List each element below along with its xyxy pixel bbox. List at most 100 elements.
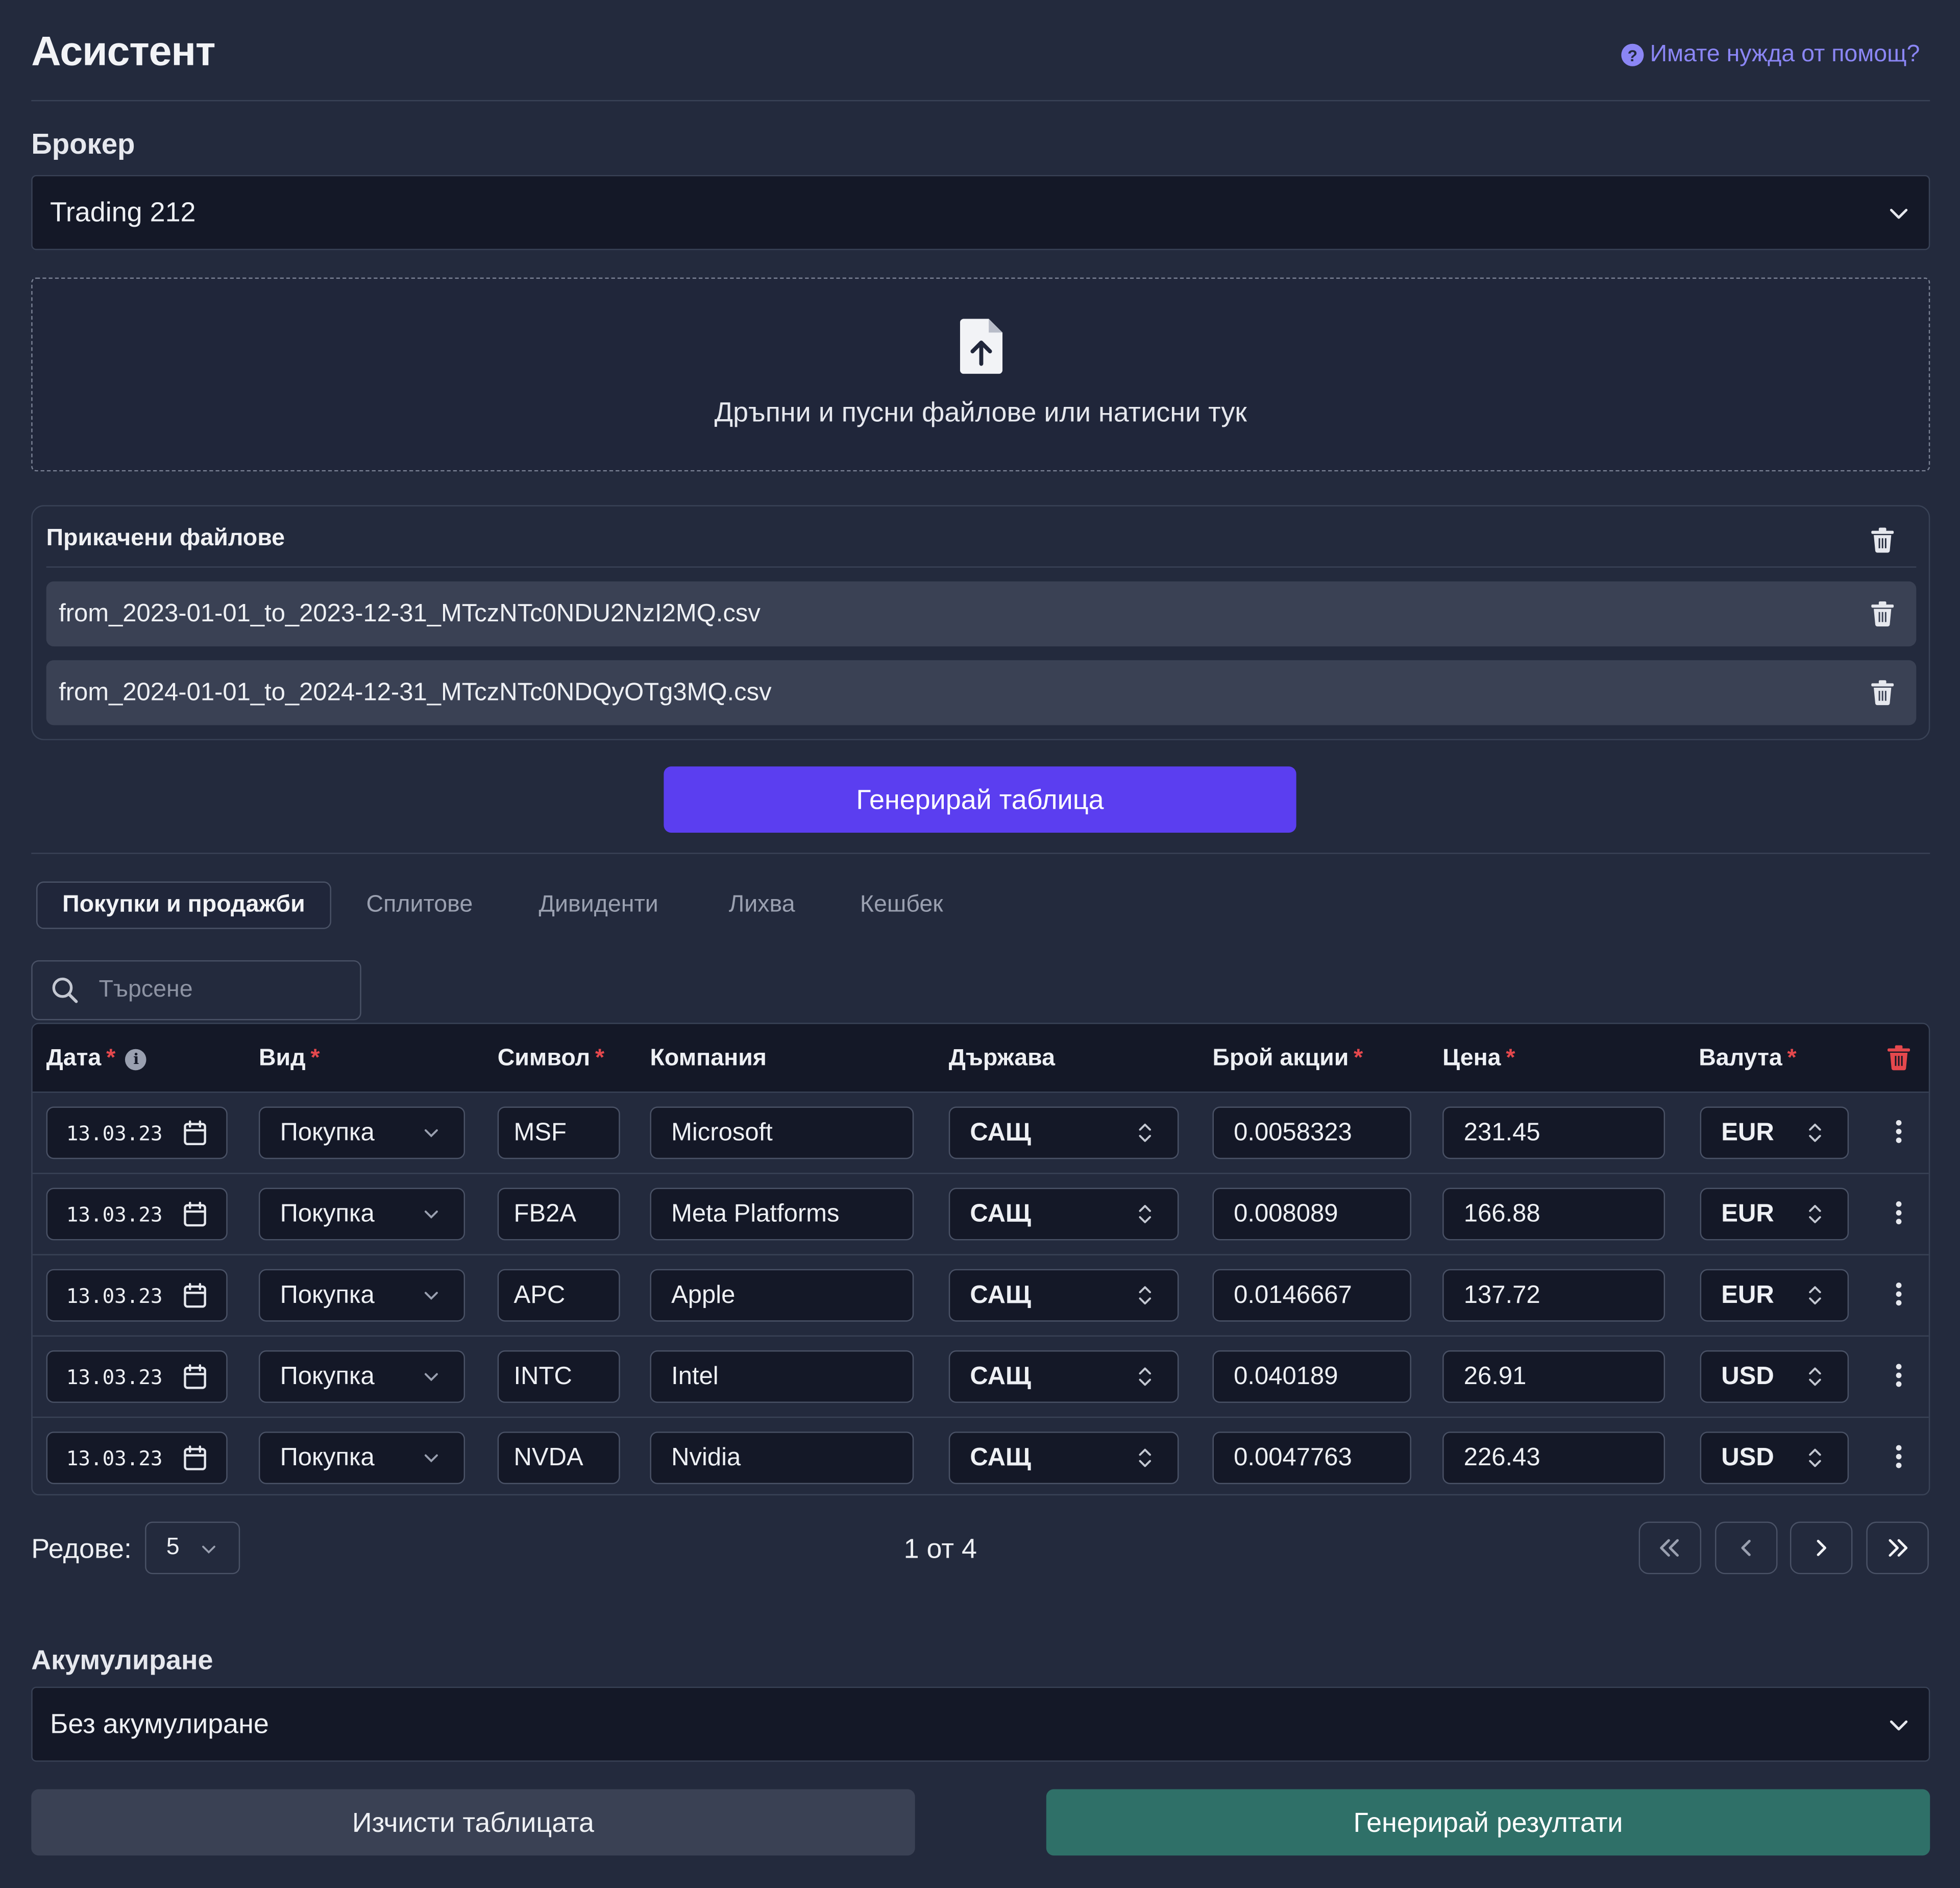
company-input[interactable]: Nvidia bbox=[650, 1432, 914, 1484]
broker-label: Брокер bbox=[31, 127, 135, 160]
price-input[interactable]: 231.45 bbox=[1442, 1106, 1665, 1159]
price-input[interactable]: 166.88 bbox=[1442, 1188, 1665, 1241]
currency-select[interactable]: EUR bbox=[1700, 1269, 1849, 1322]
search-input[interactable] bbox=[96, 975, 327, 1005]
shares-value: 0.0058323 bbox=[1234, 1118, 1352, 1146]
shares-input[interactable]: 0.008089 bbox=[1212, 1188, 1411, 1241]
col-header-company[interactable]: Компания bbox=[650, 1045, 766, 1073]
previous-page-button[interactable] bbox=[1715, 1521, 1778, 1575]
symbol-input[interactable]: INTC bbox=[497, 1350, 620, 1403]
currency-select[interactable]: USD bbox=[1700, 1432, 1849, 1484]
company-input[interactable]: Intel bbox=[650, 1350, 914, 1403]
price-input[interactable]: 26.91 bbox=[1442, 1350, 1665, 1403]
row-menu-icon[interactable] bbox=[1895, 1280, 1903, 1308]
shares-input[interactable]: 0.040189 bbox=[1212, 1350, 1411, 1403]
delete-file-icon[interactable] bbox=[1871, 601, 1894, 626]
info-icon[interactable]: i bbox=[125, 1048, 147, 1070]
last-page-button[interactable] bbox=[1866, 1521, 1929, 1575]
chevron-down-icon bbox=[424, 1292, 438, 1300]
delete-rows-icon[interactable] bbox=[1887, 1045, 1910, 1071]
symbol-value: APC bbox=[513, 1281, 566, 1309]
tab-purchases-sales[interactable]: Покупки и продажби bbox=[36, 881, 331, 929]
currency-select[interactable]: USD bbox=[1700, 1350, 1849, 1403]
accumulation-select[interactable]: Без акумулиране bbox=[31, 1686, 1930, 1762]
country-select[interactable]: САЩ bbox=[948, 1432, 1179, 1484]
shares-input[interactable]: 0.0047763 bbox=[1212, 1432, 1411, 1484]
chevron-up-down-icon bbox=[1139, 1123, 1152, 1142]
shares-input[interactable]: 0.0146667 bbox=[1212, 1269, 1411, 1322]
calendar-icon bbox=[184, 1445, 206, 1470]
col-header-currency[interactable]: Валута * bbox=[1699, 1045, 1796, 1073]
currency-select[interactable]: EUR bbox=[1700, 1188, 1849, 1241]
country-value: САЩ bbox=[970, 1362, 1031, 1390]
type-select[interactable]: Покупка bbox=[258, 1350, 465, 1403]
symbol-input[interactable]: NVDA bbox=[497, 1432, 620, 1484]
file-upload-icon bbox=[960, 319, 1003, 374]
attached-files-panel: Прикачени файлове from_2023-01-01_to_202… bbox=[31, 505, 1930, 740]
date-input[interactable]: 13.03.23 bbox=[46, 1350, 228, 1403]
symbol-input[interactable]: FB2A bbox=[497, 1188, 620, 1241]
accumulation-label: Акумулиране bbox=[31, 1644, 213, 1676]
country-select[interactable]: САЩ bbox=[948, 1106, 1179, 1159]
row-menu-icon[interactable] bbox=[1895, 1443, 1903, 1470]
type-select[interactable]: Покупка bbox=[258, 1106, 465, 1159]
company-value: Nvidia bbox=[671, 1443, 741, 1471]
country-value: САЩ bbox=[970, 1443, 1031, 1471]
tab-dividends[interactable]: Дивиденти bbox=[539, 882, 658, 929]
col-header-symbol[interactable]: Символ * bbox=[498, 1045, 604, 1073]
broker-select[interactable]: Trading 212 bbox=[31, 175, 1930, 250]
help-link[interactable]: ? Имате нужда от помощ? bbox=[1621, 41, 1920, 69]
date-input[interactable]: 13.03.23 bbox=[46, 1269, 228, 1322]
tab-cashback[interactable]: Кешбек bbox=[860, 882, 943, 929]
delete-all-files-icon[interactable] bbox=[1871, 527, 1894, 553]
generate-results-button[interactable]: Генерирай резултати bbox=[1046, 1789, 1930, 1856]
country-select[interactable]: САЩ bbox=[948, 1350, 1179, 1403]
col-header-price[interactable]: Цена * bbox=[1442, 1045, 1515, 1073]
company-input[interactable]: Meta Platforms bbox=[650, 1188, 914, 1241]
type-select[interactable]: Покупка bbox=[258, 1188, 465, 1241]
shares-value: 0.040189 bbox=[1234, 1362, 1338, 1390]
company-input[interactable]: Apple bbox=[650, 1269, 914, 1322]
currency-value: EUR bbox=[1721, 1118, 1774, 1146]
type-select[interactable]: Покупка bbox=[258, 1432, 465, 1484]
col-header-date[interactable]: Дата * i bbox=[46, 1045, 147, 1073]
symbol-value: FB2A bbox=[513, 1199, 577, 1227]
generate-table-button[interactable]: Генерирай таблица bbox=[664, 766, 1296, 833]
currency-select[interactable]: EUR bbox=[1700, 1106, 1849, 1159]
symbol-value: INTC bbox=[513, 1362, 572, 1390]
symbol-input[interactable]: MSF bbox=[497, 1106, 620, 1159]
first-page-button[interactable] bbox=[1638, 1521, 1702, 1575]
price-input[interactable]: 226.43 bbox=[1442, 1432, 1665, 1484]
file-dropzone[interactable]: Дръпни и пусни файлове или натисни тук bbox=[31, 277, 1930, 472]
row-menu-icon[interactable] bbox=[1895, 1362, 1903, 1389]
clear-table-button[interactable]: Изчисти таблицата bbox=[31, 1789, 915, 1856]
symbol-input[interactable]: APC bbox=[497, 1269, 620, 1322]
country-select[interactable]: САЩ bbox=[948, 1269, 1179, 1322]
next-page-button[interactable] bbox=[1790, 1521, 1853, 1575]
row-menu-icon[interactable] bbox=[1895, 1199, 1903, 1227]
files-divider bbox=[46, 566, 1917, 568]
date-input[interactable]: 13.03.23 bbox=[46, 1188, 228, 1241]
date-input[interactable]: 13.03.23 bbox=[46, 1432, 228, 1484]
price-input[interactable]: 137.72 bbox=[1442, 1269, 1665, 1322]
col-header-country[interactable]: Държава bbox=[949, 1045, 1055, 1073]
country-select[interactable]: САЩ bbox=[948, 1188, 1179, 1241]
currency-value: EUR bbox=[1721, 1199, 1774, 1227]
tab-interest[interactable]: Лихва bbox=[729, 882, 795, 929]
type-select[interactable]: Покупка bbox=[258, 1269, 465, 1322]
rows-per-page-label: Редове: bbox=[31, 1533, 132, 1564]
tab-splits[interactable]: Сплитове bbox=[366, 882, 473, 929]
table-row: 13.03.23 Покупка MSF Microsoft САЩ 0.0058323 2… bbox=[32, 1091, 1929, 1173]
shares-input[interactable]: 0.0058323 bbox=[1212, 1106, 1411, 1159]
symbol-value: MSF bbox=[513, 1118, 567, 1146]
date-input[interactable]: 13.03.23 bbox=[46, 1106, 228, 1159]
col-header-shares[interactable]: Брой акции * bbox=[1213, 1045, 1363, 1073]
help-link-label: Имате нужда от помощ? bbox=[1650, 41, 1920, 68]
col-header-type[interactable]: Вид * bbox=[259, 1045, 320, 1073]
delete-file-icon[interactable] bbox=[1871, 680, 1894, 706]
row-menu-icon[interactable] bbox=[1895, 1118, 1903, 1145]
chevron-up-down-icon bbox=[1139, 1205, 1152, 1223]
company-input[interactable]: Microsoft bbox=[650, 1106, 914, 1159]
rows-per-page-select[interactable]: 5 bbox=[145, 1521, 240, 1575]
calendar-icon bbox=[184, 1201, 206, 1227]
